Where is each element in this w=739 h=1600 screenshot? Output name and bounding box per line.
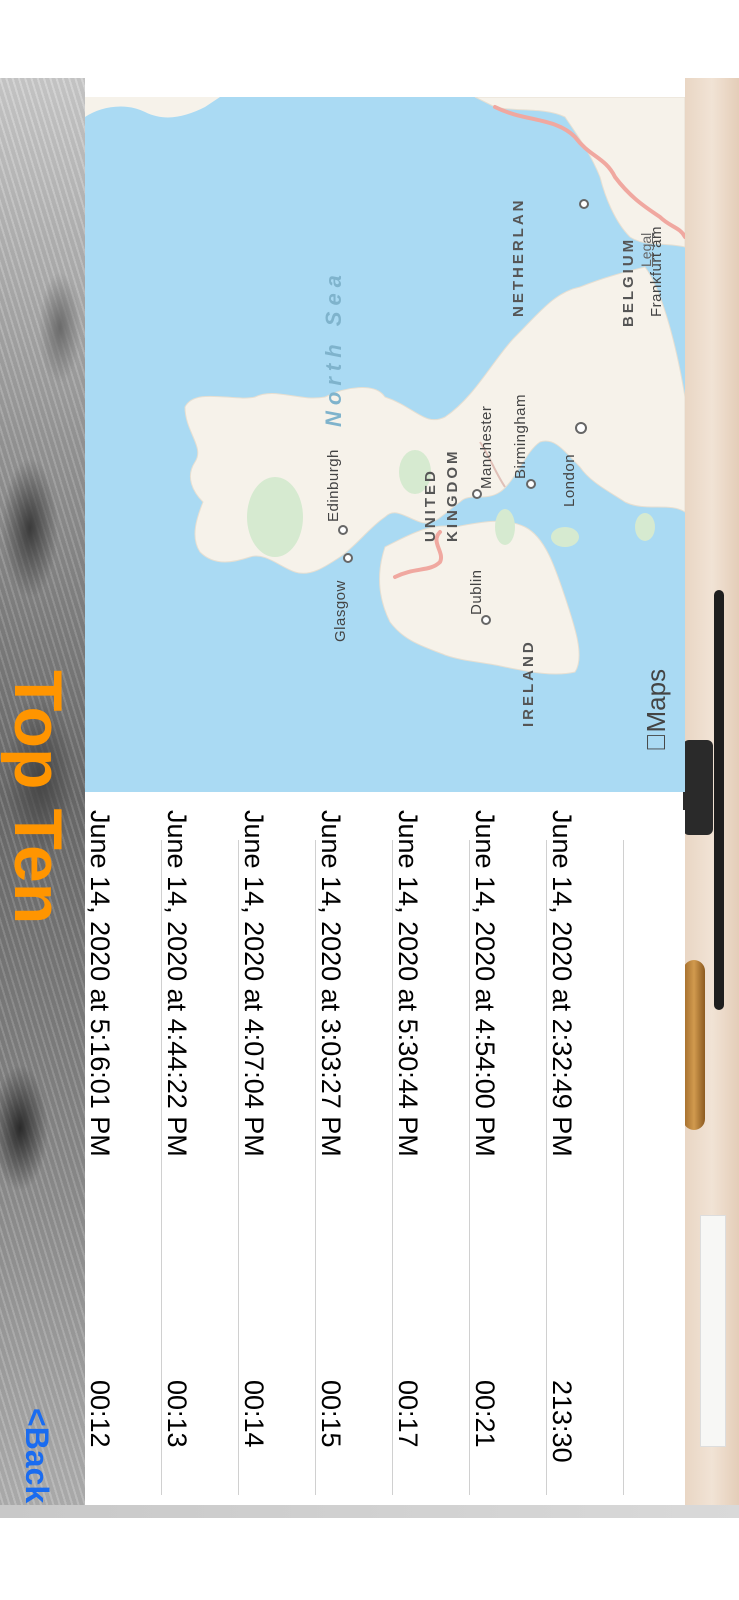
row-time: 00:13 bbox=[162, 1380, 192, 1448]
row-separator bbox=[623, 840, 624, 1495]
maps-logo: Maps bbox=[641, 669, 672, 752]
map-legal-link[interactable]: Legal bbox=[638, 233, 654, 267]
map-label-london: London bbox=[561, 453, 578, 507]
row-date: June 14, 2020 at 3:03:27 PM bbox=[316, 810, 346, 1157]
background-paper bbox=[700, 1215, 726, 1447]
table-row[interactable]: June 14, 2020 at 4:54:00 PM 00:21 bbox=[470, 810, 547, 1505]
table-row[interactable]: June 14, 2020 at 3:03:27 PM 00:15 bbox=[316, 810, 393, 1505]
row-time: 00:17 bbox=[393, 1380, 423, 1448]
city-dot-london bbox=[575, 422, 587, 434]
background-brass-object bbox=[683, 960, 705, 1130]
city-dot-birmingham bbox=[526, 479, 536, 489]
row-date: June 14, 2020 at 5:16:01 PM bbox=[85, 810, 115, 1157]
map-label-netherlands: NETHERLAN bbox=[510, 197, 527, 318]
row-date: June 14, 2020 at 2:32:49 PM bbox=[547, 810, 577, 1157]
table-row[interactable]: June 14, 2020 at 5:16:01 PM 00:12 bbox=[85, 810, 162, 1505]
map-label-sea: North Sea bbox=[321, 269, 346, 427]
row-time: 00:21 bbox=[470, 1380, 500, 1448]
map-label-dublin: Dublin bbox=[468, 569, 485, 615]
row-date: June 14, 2020 at 5:30:44 PM bbox=[393, 810, 423, 1157]
map-landmasses bbox=[85, 97, 685, 675]
row-date: June 14, 2020 at 4:07:04 PM bbox=[239, 810, 269, 1157]
background-bottom-strip bbox=[0, 1505, 739, 1518]
map-label-ireland: IRELAND bbox=[520, 639, 537, 727]
table-row[interactable]: June 14, 2020 at 4:07:04 PM 00:14 bbox=[239, 810, 316, 1505]
row-time: 00:14 bbox=[239, 1380, 269, 1448]
map-label-united-kingdom: UNITED KINGDOM bbox=[422, 448, 461, 543]
map-label-manchester: Manchester bbox=[478, 405, 495, 489]
map-label-belgium: BELGIUM bbox=[620, 236, 637, 327]
back-button[interactable]: <Back bbox=[18, 1408, 55, 1503]
background-pen bbox=[714, 590, 724, 1010]
row-date: June 14, 2020 at 4:54:00 PM bbox=[470, 810, 500, 1157]
city-dot-manchester bbox=[472, 489, 482, 499]
map-label-birmingham: Birmingham bbox=[512, 393, 529, 479]
map-label-edinburgh: Edinburgh bbox=[325, 449, 342, 522]
page-title: Top Ten bbox=[0, 670, 76, 925]
row-time: 00:12 bbox=[85, 1380, 115, 1448]
table-row[interactable]: June 14, 2020 at 5:30:44 PM 00:17 bbox=[393, 810, 470, 1505]
map-label-glasgow: Glasgow bbox=[332, 580, 349, 642]
table-row[interactable]: June 14, 2020 at 4:44:22 PM 00:13 bbox=[162, 810, 239, 1505]
city-dot-edinburgh bbox=[338, 525, 348, 535]
map-view[interactable]: North Sea Edinburgh Glasgow Manchester B… bbox=[85, 97, 685, 792]
city-dot-glasgow bbox=[343, 553, 353, 563]
row-date: June 14, 2020 at 4:44:22 PM bbox=[162, 810, 192, 1157]
scores-table[interactable]: June 14, 2020 at 5:16:01 PM 00:12 June 1… bbox=[85, 810, 685, 1505]
row-time: 00:15 bbox=[316, 1380, 346, 1448]
continent-land bbox=[474, 97, 685, 248]
city-dot-dublin bbox=[481, 615, 491, 625]
maps-logo-text: Maps bbox=[641, 669, 671, 752]
table-row[interactable]: June 14, 2020 at 2:32:49 PM 213:30 bbox=[547, 810, 624, 1505]
background-device bbox=[683, 740, 713, 835]
row-time: 213:30 bbox=[547, 1380, 577, 1463]
